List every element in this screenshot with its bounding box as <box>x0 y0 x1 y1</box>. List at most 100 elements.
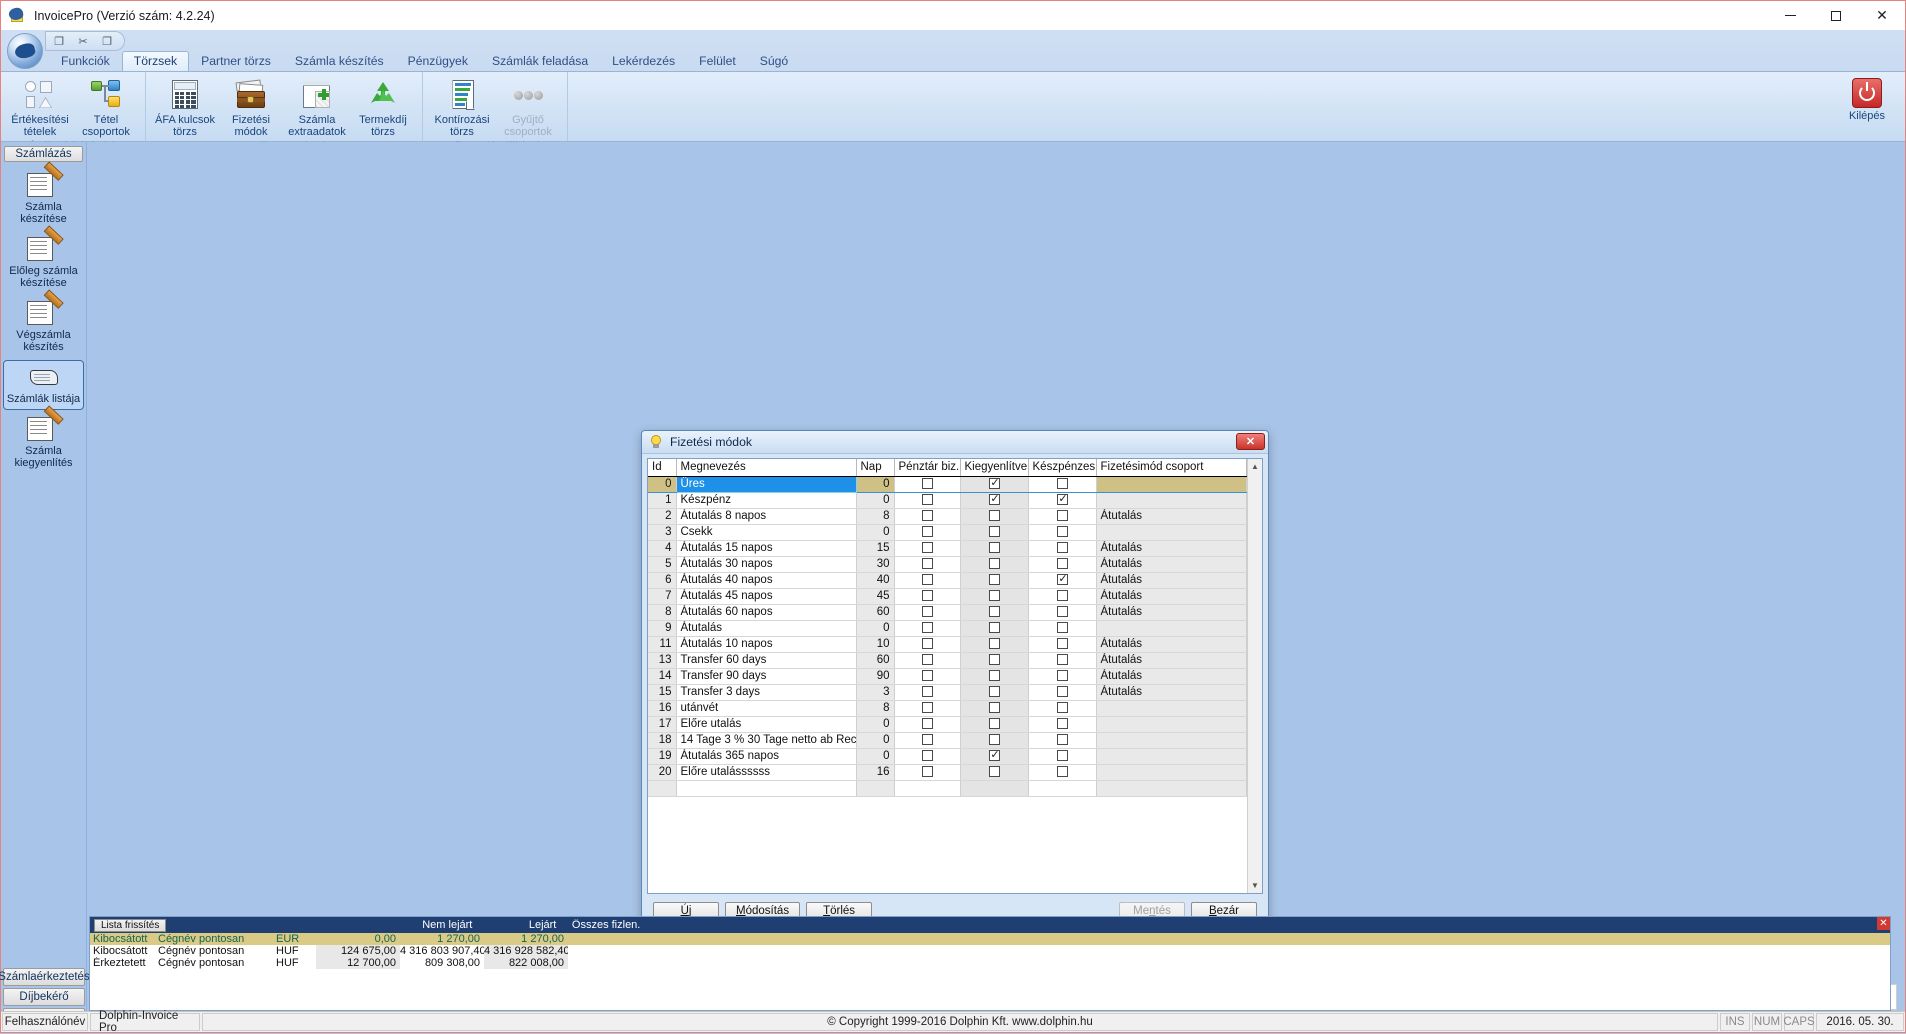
table-row[interactable]: 1 Készpénz 0 <box>648 492 1247 509</box>
table-row[interactable]: 18 14 Tage 3 % 30 Tage netto ab Rechn 0 <box>648 732 1247 749</box>
checkbox-cell[interactable] <box>1028 764 1097 781</box>
checkbox-icon[interactable] <box>988 686 1000 698</box>
checkbox-icon[interactable] <box>988 622 1000 634</box>
ribbon-tab-6[interactable]: Lekérdezés <box>600 51 687 71</box>
checkbox-cell[interactable] <box>894 476 961 493</box>
checkbox-cell[interactable] <box>1028 588 1097 605</box>
table-row[interactable]: 9 Átutalás 0 <box>648 620 1247 637</box>
ribbon-tab-8[interactable]: Súgó <box>748 51 800 71</box>
checkbox-icon[interactable] <box>1056 606 1068 618</box>
checkbox-cell[interactable] <box>894 652 961 669</box>
ribbon-button-ledger[interactable]: Kontírozási törzs <box>429 76 495 140</box>
checkbox-cell[interactable] <box>894 748 961 765</box>
checkbox-icon[interactable] <box>921 542 933 554</box>
checkbox-icon[interactable] <box>921 622 933 634</box>
checkbox-cell[interactable] <box>894 540 961 557</box>
checkbox-icon[interactable] <box>1056 702 1068 714</box>
checkbox-icon[interactable] <box>988 492 1001 506</box>
column-header-4[interactable]: Kiegyenlítve <box>960 459 1029 477</box>
checkbox-cell[interactable] <box>960 588 1029 605</box>
checkbox-cell[interactable] <box>894 508 961 525</box>
checkbox-icon[interactable] <box>921 718 933 730</box>
table-row[interactable]: 0 Üres 0 <box>648 475 1247 493</box>
checkbox-icon[interactable] <box>988 476 1001 490</box>
table-row[interactable]: 8 Átutalás 60 napos 60 Átutalás <box>648 604 1247 621</box>
table-row[interactable]: 13 Transfer 60 days 60 Átutalás <box>648 652 1247 669</box>
checkbox-icon[interactable] <box>921 606 933 618</box>
checkbox-icon[interactable] <box>1056 590 1068 602</box>
checkbox-icon[interactable] <box>1056 638 1068 650</box>
ribbon-button-calculator[interactable]: ÁFA kulcsok törzs <box>152 76 218 140</box>
checkbox-cell[interactable] <box>1028 508 1097 525</box>
table-row[interactable]: 6Átutalás 40 napos40 Átutalás <box>648 572 1247 589</box>
checkbox-cell[interactable] <box>960 524 1029 541</box>
ribbon-button-recycle[interactable]: Termekdíj törzs <box>350 76 416 140</box>
summary-row[interactable]: Kibocsátott Cégnév pontosan EUR 0,00 1 270,0… <box>90 933 1890 945</box>
checkbox-icon[interactable] <box>988 748 1001 762</box>
checkbox-icon[interactable] <box>921 670 933 682</box>
checkbox-cell[interactable] <box>1028 684 1097 701</box>
checkbox-icon[interactable] <box>1056 510 1068 522</box>
ribbon-tab-1[interactable]: Törzsek <box>121 51 190 71</box>
checkbox-icon[interactable] <box>988 718 1000 730</box>
sidebar-item-4[interactable]: Számla kiegyenlítés <box>3 405 84 474</box>
table-row[interactable]: 20 Előre utalássssss 16 <box>648 764 1247 781</box>
checkbox-cell[interactable] <box>894 604 961 621</box>
status-username[interactable]: Felhasználónév <box>2 1013 88 1031</box>
checkbox-icon[interactable] <box>988 654 1000 666</box>
checkbox-icon[interactable] <box>1056 670 1068 682</box>
checkbox-cell[interactable] <box>894 556 961 573</box>
ribbon-tab-2[interactable]: Partner törzs <box>189 51 283 71</box>
checkbox-cell[interactable] <box>894 764 961 781</box>
checkbox-cell[interactable] <box>960 556 1029 573</box>
checkbox-icon[interactable] <box>988 670 1000 682</box>
checkbox-icon[interactable] <box>921 574 933 586</box>
table-row[interactable]: 4 Átutalás 15 napos 15 Átutalás <box>648 540 1247 557</box>
checkbox-cell[interactable] <box>1028 604 1097 621</box>
summary-row[interactable]: Kibocsátott Cégnév pontosan HUF 124 675,00 4… <box>90 945 1890 957</box>
summary-row[interactable]: Érkeztetett Cégnév pontosan HUF 12 700,00 80… <box>90 957 1890 969</box>
checkbox-icon[interactable] <box>1056 542 1068 554</box>
column-header-0[interactable]: Id <box>648 459 677 477</box>
checkbox-cell[interactable] <box>1028 700 1097 717</box>
checkbox-cell[interactable] <box>894 732 961 749</box>
checkbox-icon[interactable] <box>1056 526 1068 538</box>
sidebar-item-1[interactable]: Előleg számla készítése <box>3 225 84 294</box>
checkbox-cell[interactable] <box>1028 780 1097 797</box>
dock-button-1[interactable]: Díjbekérő <box>3 988 85 1006</box>
checkbox-cell[interactable] <box>1028 620 1097 637</box>
ribbon-button-shapes[interactable]: Értékesítési tételek <box>7 76 73 140</box>
table-row[interactable]: 5 Átutalás 30 napos 30 Átutalás <box>648 556 1247 573</box>
checkbox-icon[interactable] <box>988 766 1000 778</box>
table-row[interactable]: 11 Átutalás 10 napos 10 Átutalás <box>648 636 1247 653</box>
checkbox-icon[interactable] <box>921 558 933 570</box>
checkbox-cell[interactable] <box>894 636 961 653</box>
checkbox-cell[interactable] <box>1028 748 1097 765</box>
checkbox-icon[interactable] <box>921 510 933 522</box>
checkbox-cell[interactable] <box>960 636 1029 653</box>
checkbox-icon[interactable] <box>1056 718 1068 730</box>
checkbox-icon[interactable] <box>1056 478 1068 490</box>
close-window-button[interactable]: ✕ <box>1859 1 1905 30</box>
scroll-down-button[interactable]: ▼ <box>1248 878 1262 893</box>
checkbox-cell[interactable] <box>1028 732 1097 749</box>
checkbox-cell[interactable] <box>960 604 1029 621</box>
checkbox-icon[interactable] <box>921 638 933 650</box>
checkbox-icon[interactable] <box>921 494 933 506</box>
checkbox-icon[interactable] <box>1056 766 1068 778</box>
table-row[interactable] <box>648 780 1247 797</box>
checkbox-icon[interactable] <box>921 734 933 746</box>
checkbox-cell[interactable] <box>894 620 961 637</box>
checkbox-icon[interactable] <box>988 510 1000 522</box>
checkbox-cell[interactable] <box>960 540 1029 557</box>
exit-button[interactable]: Kilépés <box>1841 78 1893 122</box>
checkbox-cell[interactable] <box>960 620 1029 637</box>
copy-icon[interactable]: ❐ <box>52 34 66 48</box>
checkbox-cell[interactable] <box>960 780 1029 797</box>
column-header-3[interactable]: Pénztár biz. <box>894 459 961 477</box>
table-row[interactable]: 2 Átutalás 8 napos 8 Átutalás <box>648 508 1247 525</box>
checkbox-cell[interactable] <box>960 492 1029 509</box>
checkbox-cell[interactable] <box>894 700 961 717</box>
cut-icon[interactable]: ✂ <box>76 34 90 48</box>
checkbox-cell[interactable] <box>1028 492 1097 509</box>
